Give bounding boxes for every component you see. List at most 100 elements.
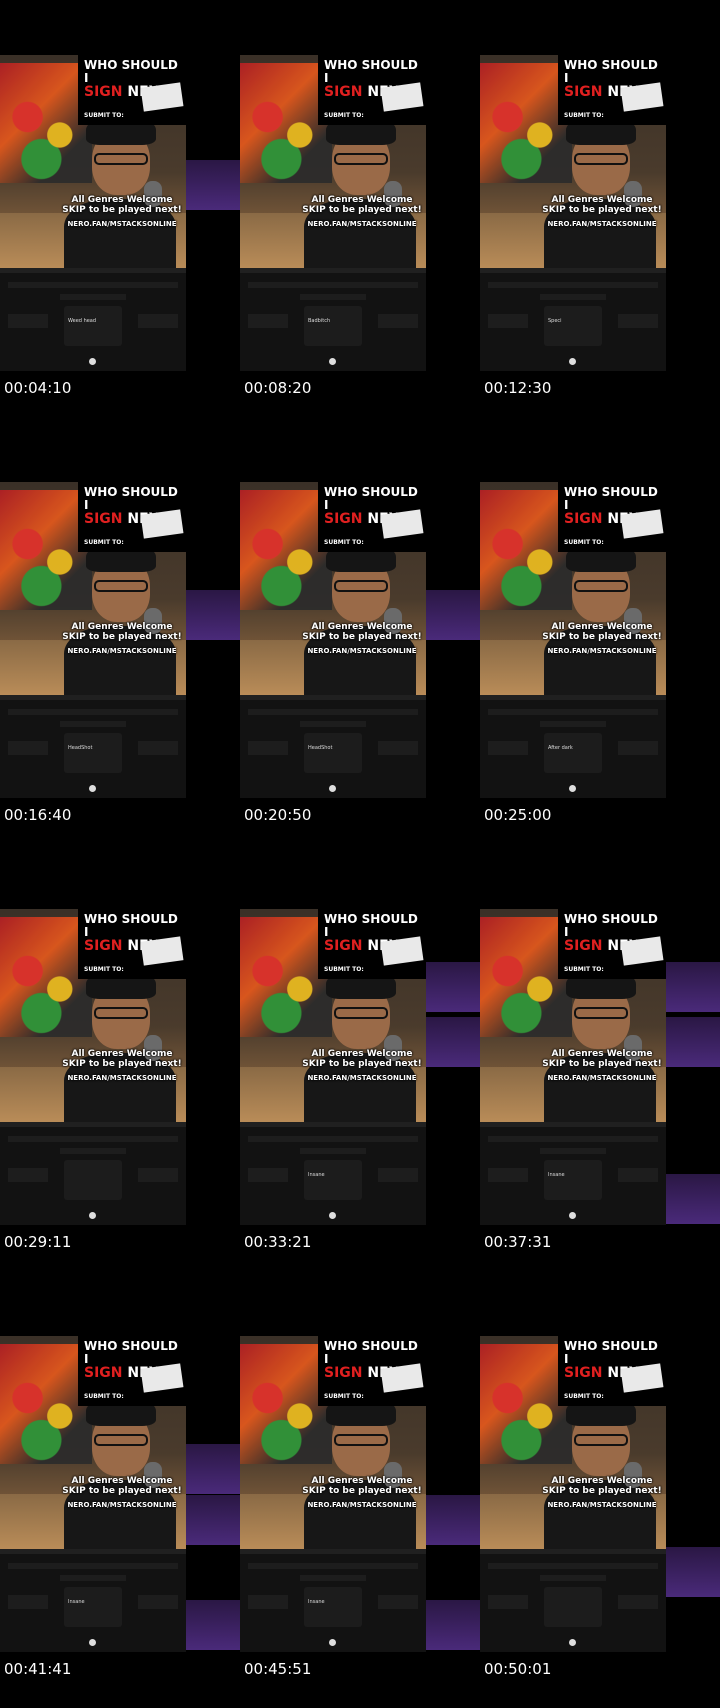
track-title: HeadShot xyxy=(308,745,333,751)
frame-image: WHO SHOULD I SIGN NEXT? SUBMIT TO: All G… xyxy=(480,482,666,798)
track-title: Insane xyxy=(308,1172,325,1178)
video-thumbnail[interactable]: WHO SHOULD I SIGN NEXT? SUBMIT TO: All G… xyxy=(240,482,426,824)
video-thumbnail[interactable]: WHO SHOULD I SIGN NEXT? SUBMIT TO: All G… xyxy=(0,1336,186,1678)
video-frame: WHO SHOULD I SIGN NEXT? SUBMIT TO: All G… xyxy=(0,482,186,695)
video-thumbnail[interactable]: WHO SHOULD I SIGN NEXT? SUBMIT TO: All G… xyxy=(0,909,186,1251)
caption-line2: SKIP to be played next! xyxy=(62,205,182,215)
headline-line1: WHO SHOULD I xyxy=(564,485,658,512)
controls-row xyxy=(60,1148,126,1154)
browser-tab-bar xyxy=(240,695,426,700)
caption-url: NERO.FAN/MSTACKSONLINE xyxy=(547,1074,657,1082)
previous-track xyxy=(488,314,528,328)
promo-badge: WHO SHOULD I SIGN NEXT? SUBMIT TO: xyxy=(558,1336,666,1406)
timestamp: 00:04:10 xyxy=(4,379,72,397)
toolbar-row xyxy=(248,1136,418,1142)
frame-image: WHO SHOULD I SIGN NEXT? SUBMIT TO: All G… xyxy=(240,1336,426,1652)
screen-share-ui xyxy=(480,1549,666,1652)
promo-badge: WHO SHOULD I SIGN NEXT? SUBMIT TO: xyxy=(78,482,186,552)
video-thumbnail[interactable]: WHO SHOULD I SIGN NEXT? SUBMIT TO: All G… xyxy=(480,482,666,824)
purple-glow-bar xyxy=(666,1017,720,1067)
host xyxy=(304,967,416,1122)
track-title: Insane xyxy=(308,1599,325,1605)
play-button xyxy=(329,785,336,792)
caption-url: NERO.FAN/MSTACKSONLINE xyxy=(67,220,177,228)
caption: All Genres Welcome SKIP to be played nex… xyxy=(300,622,424,656)
submit-label: SUBMIT TO: xyxy=(324,539,364,546)
host-glasses xyxy=(574,153,628,165)
host-glasses xyxy=(574,580,628,592)
play-button xyxy=(569,785,576,792)
promo-badge: WHO SHOULD I SIGN NEXT? SUBMIT TO: xyxy=(78,55,186,125)
video-thumbnail[interactable]: WHO SHOULD I SIGN NEXT? SUBMIT TO: All G… xyxy=(480,55,666,397)
submit-label: SUBMIT TO: xyxy=(324,966,364,973)
now-playing-panel xyxy=(64,1160,122,1200)
track-title: Speci xyxy=(548,318,562,324)
frame-image: WHO SHOULD I SIGN NEXT? SUBMIT TO: All G… xyxy=(240,482,426,798)
video-thumbnail[interactable]: WHO SHOULD I SIGN NEXT? SUBMIT TO: All G… xyxy=(240,1336,426,1678)
video-thumbnail[interactable]: WHO SHOULD I SIGN NEXT? SUBMIT TO: All G… xyxy=(240,909,426,1251)
video-thumbnail[interactable]: WHO SHOULD I SIGN NEXT? SUBMIT TO: All G… xyxy=(0,55,186,397)
track-title: Insane xyxy=(68,1599,85,1605)
host-glasses xyxy=(94,1434,148,1446)
controls-row xyxy=(60,1575,126,1581)
host xyxy=(544,967,656,1122)
browser-tab-bar xyxy=(240,1122,426,1127)
previous-track xyxy=(8,314,48,328)
frame-image: WHO SHOULD I SIGN NEXT? SUBMIT TO: All G… xyxy=(0,1336,186,1652)
video-frame: WHO SHOULD I SIGN NEXT? SUBMIT TO: All G… xyxy=(0,1336,186,1549)
host xyxy=(544,1394,656,1549)
browser-tab-bar xyxy=(0,1122,186,1127)
previous-track xyxy=(248,1595,288,1609)
video-thumbnail[interactable]: WHO SHOULD I SIGN NEXT? SUBMIT TO: All G… xyxy=(240,55,426,397)
next-track xyxy=(378,314,418,328)
caption-url: NERO.FAN/MSTACKSONLINE xyxy=(547,647,657,655)
previous-track xyxy=(248,314,288,328)
now-playing-panel: Insane xyxy=(64,1587,122,1627)
timestamp: 00:20:50 xyxy=(244,806,312,824)
screen-share-ui: HeadShot xyxy=(0,695,186,798)
caption-url: NERO.FAN/MSTACKSONLINE xyxy=(307,220,417,228)
caption-line2: SKIP to be played next! xyxy=(302,1059,422,1069)
video-thumbnail[interactable]: WHO SHOULD I SIGN NEXT? SUBMIT TO: All G… xyxy=(480,1336,666,1678)
caption-url: NERO.FAN/MSTACKSONLINE xyxy=(547,1501,657,1509)
now-playing-panel: Weed head xyxy=(64,306,122,346)
caption: All Genres Welcome SKIP to be played nex… xyxy=(300,1476,424,1510)
track-title: Badbitch xyxy=(308,318,331,324)
contract-card-icon xyxy=(620,1363,664,1393)
caption: All Genres Welcome SKIP to be played nex… xyxy=(540,622,664,656)
now-playing-panel: HeadShot xyxy=(64,733,122,773)
browser-tab-bar xyxy=(0,1549,186,1554)
video-thumbnail[interactable]: WHO SHOULD I SIGN NEXT? SUBMIT TO: All G… xyxy=(0,482,186,824)
controls-row xyxy=(300,1575,366,1581)
timestamp: 00:08:20 xyxy=(244,379,312,397)
play-button xyxy=(569,358,576,365)
browser-tab-bar xyxy=(480,268,666,273)
now-playing-panel: Speci xyxy=(544,306,602,346)
contract-card-icon xyxy=(620,509,664,539)
purple-glow-bar xyxy=(666,1174,720,1224)
previous-track xyxy=(488,1595,528,1609)
promo-badge: WHO SHOULD I SIGN NEXT? SUBMIT TO: xyxy=(318,55,426,125)
contract-card-icon xyxy=(380,936,424,966)
frame-image: WHO SHOULD I SIGN NEXT? SUBMIT TO: All G… xyxy=(240,909,426,1225)
next-track xyxy=(618,314,658,328)
now-playing-panel: Insane xyxy=(304,1160,362,1200)
host xyxy=(64,1394,176,1549)
timestamp: 00:45:51 xyxy=(244,1660,312,1678)
next-track xyxy=(138,1595,178,1609)
frame-image: WHO SHOULD I SIGN NEXT? SUBMIT TO: All G… xyxy=(0,909,186,1225)
controls-row xyxy=(540,294,606,300)
caption-line2: SKIP to be played next! xyxy=(62,1059,182,1069)
caption-line2: SKIP to be played next! xyxy=(542,1486,662,1496)
submit-label: SUBMIT TO: xyxy=(564,112,604,119)
play-button xyxy=(89,358,96,365)
contract-card-icon xyxy=(140,936,184,966)
submit-label: SUBMIT TO: xyxy=(564,539,604,546)
promo-badge: WHO SHOULD I SIGN NEXT? SUBMIT TO: xyxy=(318,1336,426,1406)
caption-url: NERO.FAN/MSTACKSONLINE xyxy=(307,1501,417,1509)
submit-label: SUBMIT TO: xyxy=(324,112,364,119)
frame-image: WHO SHOULD I SIGN NEXT? SUBMIT TO: All G… xyxy=(0,482,186,798)
purple-glow-bar xyxy=(426,1495,480,1545)
video-thumbnail[interactable]: WHO SHOULD I SIGN NEXT? SUBMIT TO: All G… xyxy=(480,909,666,1251)
play-button xyxy=(329,358,336,365)
